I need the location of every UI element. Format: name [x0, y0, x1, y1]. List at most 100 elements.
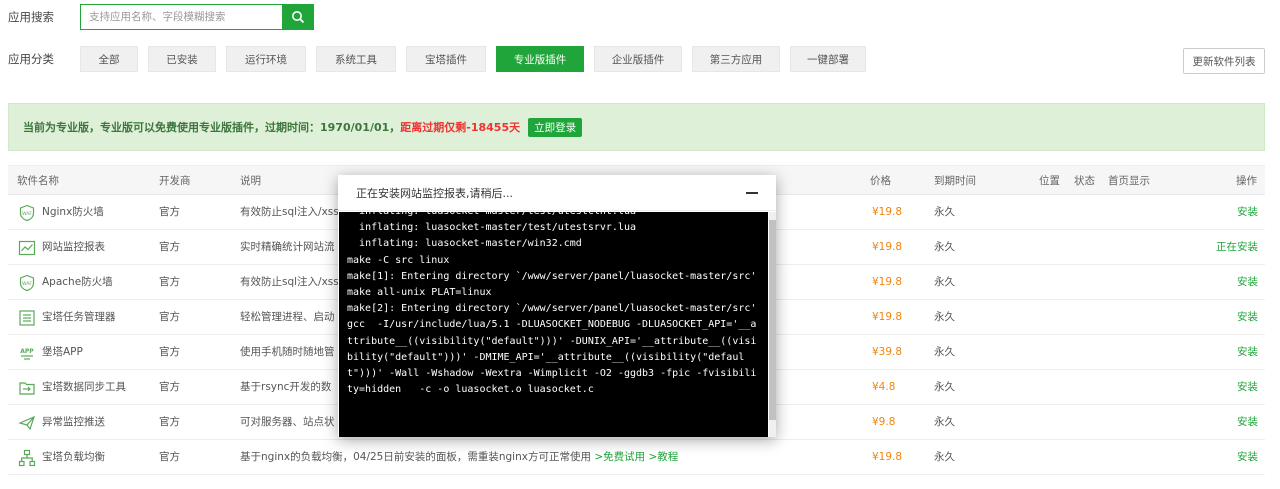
row-desc: 有效防止sql注入/xss [240, 206, 339, 218]
row-name: 堡塔APP [42, 346, 83, 358]
log-line: inflating: luasocket-master/win32.cmd [347, 238, 582, 250]
svg-text:APP: APP [20, 348, 34, 355]
row-dev: 官方 [159, 276, 180, 288]
shield-icon: WAF [19, 274, 35, 292]
pro-notice-banner: 当前为专业版，专业版可以免费使用专业版插件，过期时间：1970/01/01， 距… [8, 103, 1265, 151]
log-line: inflating: luasocket-master/test/utestsr… [347, 222, 636, 234]
category-enterprise-plugins[interactable]: 企业版插件 [594, 46, 682, 72]
row-price: ¥19.8 [872, 276, 903, 288]
row-desc: 基于rsync开发的数 [240, 381, 332, 393]
row-desc: 可对服务器、站点状 [240, 416, 335, 428]
row-expire: 永久 [934, 276, 955, 288]
category-third-party[interactable]: 第三方应用 [692, 46, 780, 72]
row-dev: 官方 [159, 381, 180, 393]
category-bt-plugins[interactable]: 宝塔插件 [406, 46, 486, 72]
install-button[interactable]: 安装 [1237, 265, 1258, 300]
col-price: 价格 [870, 175, 891, 187]
row-name: 异常监控推送 [42, 416, 105, 428]
refresh-software-list-button[interactable]: 更新软件列表 [1183, 48, 1265, 74]
category-runtime[interactable]: 运行环境 [226, 46, 306, 72]
row-dev: 官方 [159, 206, 180, 218]
row-desc: 基于nginx的负载均衡，04/25日前安装的面板，需重装nginx方可正常使用 [240, 451, 591, 463]
install-button[interactable]: 安装 [1237, 405, 1258, 440]
install-button[interactable]: 安装 [1237, 195, 1258, 230]
scrollbar-thumb[interactable] [769, 220, 776, 420]
col-op: 操作 [1236, 175, 1257, 187]
col-dev: 开发商 [159, 175, 191, 187]
row-expire: 永久 [934, 206, 955, 218]
category-pro-plugins[interactable]: 专业版插件 [496, 46, 584, 72]
row-name: 宝塔任务管理器 [42, 311, 116, 323]
row-price: ¥19.8 [872, 206, 903, 218]
search-input[interactable]: 支持应用名称、字段模糊搜索 [80, 4, 282, 30]
notice-remaining: 距离过期仅剩-18455天 [400, 121, 521, 134]
category-label: 应用分类 [8, 52, 54, 66]
log-line: make[2]: Entering directory `/www/server… [347, 303, 757, 315]
log-line: inflating: luasocket-master/test/utestcl… [347, 212, 760, 220]
log-line: make[1]: Entering directory `/www/server… [347, 270, 757, 282]
app-icon: APP [20, 348, 34, 360]
tutorial-link[interactable]: >教程 [648, 451, 678, 463]
category-system-tools[interactable]: 系统工具 [316, 46, 396, 72]
row-desc: 使用手机随时随地管 [240, 346, 335, 358]
shield-icon: WAF [19, 204, 35, 222]
minimize-icon[interactable] [746, 191, 758, 194]
table-row: 宝塔负载均衡 官方 基于nginx的负载均衡，04/25日前安装的面板，需重装n… [8, 440, 1265, 475]
search-icon [292, 11, 305, 24]
col-status: 状态 [1074, 175, 1095, 187]
search-row: 应用搜索 支持应用名称、字段模糊搜索 [8, 4, 314, 30]
row-name: Nginx防火墙 [42, 206, 104, 218]
installing-status[interactable]: 正在安装 [1216, 230, 1258, 265]
search-label: 应用搜索 [8, 10, 54, 24]
free-trial-link[interactable]: >免费试用 [594, 451, 645, 463]
row-name: Apache防火墙 [42, 276, 113, 288]
svg-text:WAF: WAF [22, 281, 32, 287]
row-desc: 轻松管理进程、启动 [240, 311, 335, 323]
row-expire: 永久 [934, 346, 955, 358]
install-button[interactable]: 安装 [1237, 440, 1258, 475]
svg-text:WAF: WAF [22, 211, 32, 217]
notice-text: 当前为专业版，专业版可以免费使用专业版插件，过期时间：1970/01/01， [23, 121, 401, 134]
log-line: make -C src linux [347, 254, 450, 266]
row-expire: 永久 [934, 381, 955, 393]
row-dev: 官方 [159, 451, 180, 463]
table-row-partial [8, 475, 1265, 489]
row-desc: 实时精确统计网站流 [240, 241, 335, 253]
row-name: 宝塔数据同步工具 [42, 381, 126, 393]
install-log-terminal[interactable]: inflating: luasocket-master/test/utestcl… [339, 212, 768, 437]
col-home-display: 首页显示 [1108, 175, 1150, 187]
category-installed[interactable]: 已安装 [148, 46, 216, 72]
category-all[interactable]: 全部 [80, 46, 138, 72]
category-row: 应用分类 全部 已安装 运行环境 系统工具 宝塔插件 专业版插件 企业版插件 第… [8, 46, 876, 72]
terminal-scrollbar[interactable] [769, 212, 776, 437]
install-button[interactable]: 安装 [1237, 300, 1258, 335]
row-price: ¥19.8 [872, 241, 903, 253]
col-position: 位置 [1039, 175, 1060, 187]
install-progress-dialog: 正在安装网站监控报表,请稍后... inflating: luasocket-m… [338, 175, 776, 437]
log-line: gcc -I/usr/include/lua/5.1 -DLUASOCKET_N… [347, 319, 757, 396]
col-desc: 说明 [240, 175, 261, 187]
chart-icon [18, 240, 36, 256]
list-icon [19, 310, 35, 326]
sync-icon [19, 382, 35, 395]
row-dev: 官方 [159, 346, 180, 358]
row-price: ¥19.8 [872, 451, 903, 463]
login-button[interactable]: 立即登录 [528, 117, 583, 137]
row-dev: 官方 [159, 311, 180, 323]
row-expire: 永久 [934, 451, 955, 463]
network-icon [18, 449, 36, 467]
col-expire: 到期时间 [934, 175, 976, 187]
search-button[interactable] [282, 4, 314, 30]
row-desc: 有效防止sql注入/xss [240, 276, 339, 288]
row-expire: 永久 [934, 311, 955, 323]
row-name: 宝塔负载均衡 [42, 451, 105, 463]
col-name: 软件名称 [17, 175, 59, 187]
install-button[interactable]: 安装 [1237, 370, 1258, 405]
row-expire: 永久 [934, 416, 955, 428]
row-dev: 官方 [159, 416, 180, 428]
install-button[interactable]: 安装 [1237, 335, 1258, 370]
row-price: ¥19.8 [872, 311, 903, 323]
category-one-click-deploy[interactable]: 一键部署 [790, 46, 866, 72]
row-price: ¥4.8 [872, 381, 896, 393]
row-price: ¥39.8 [872, 346, 903, 358]
